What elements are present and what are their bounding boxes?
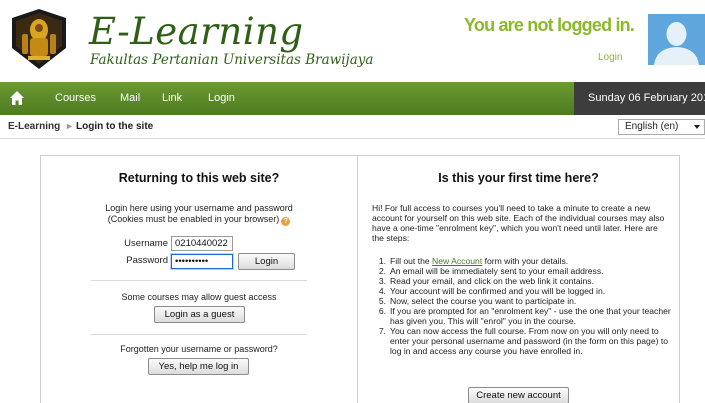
- step-text: Your account will be confirmed and you w…: [390, 286, 606, 296]
- site-title: E-Learning: [89, 10, 304, 53]
- forgot-password-button[interactable]: Yes, help me log in: [148, 358, 249, 375]
- signup-intro: Hi! For full access to courses you'll ne…: [372, 203, 665, 243]
- login-heading: Returning to this web site?: [118, 171, 280, 185]
- help-icon[interactable]: ?: [281, 217, 291, 226]
- list-item: 2. An email will be immediately sent to y…: [378, 266, 604, 276]
- guest-access-note: Some courses may allow guest access: [121, 292, 277, 302]
- breadcrumb-current: Login to the site: [76, 121, 154, 132]
- step-text: Read your email, and click on the web li…: [390, 276, 594, 286]
- login-status-text: You are not logged in.: [464, 15, 635, 35]
- nav-item-login[interactable]: Login: [208, 92, 235, 104]
- breadcrumb-separator: ►: [65, 121, 74, 131]
- guest-login-button[interactable]: Login as a guest: [154, 306, 245, 323]
- step-text: Fill out the: [390, 256, 433, 266]
- signup-panel: Is this your first time here? Hi! For fu…: [357, 156, 679, 403]
- new-account-link[interactable]: New Account: [432, 256, 482, 266]
- login-panel: Returning to this web site? Login here u…: [41, 156, 357, 403]
- divider: [91, 334, 307, 335]
- username-label: Username: [124, 238, 168, 249]
- list-item: 3. Read your email, and click on the web …: [378, 276, 594, 286]
- nav-item-link[interactable]: Link: [162, 92, 182, 104]
- login-desc-line1: Login here using your username and passw…: [105, 203, 293, 213]
- home-icon[interactable]: [9, 90, 25, 106]
- login-description: Login here using your username and passw…: [41, 203, 357, 226]
- university-emblem-icon: [12, 9, 66, 69]
- list-item: 7. You can now access the full course. Fr…: [378, 326, 669, 356]
- step-text: Now, select the course you want to parti…: [390, 296, 577, 306]
- step-text: An email will be immediately sent to you…: [390, 266, 604, 276]
- language-selected-value: English (en): [625, 121, 679, 132]
- login-desc-line2-wrap: (Cookies must be enabled in your browser…: [41, 214, 357, 226]
- login-desc-line2: (Cookies must be enabled in your browser…: [107, 214, 280, 224]
- password-label: Password: [126, 255, 168, 266]
- signup-steps: 1. Fill out the New Account form with you…: [372, 256, 672, 356]
- list-item: 4. Your account will be confirmed and you…: [378, 286, 606, 296]
- avatar-placeholder-icon: [648, 14, 705, 65]
- header-login-link[interactable]: Login: [598, 52, 622, 63]
- login-button[interactable]: Login: [238, 253, 295, 270]
- step-text: You can now access the full course. From…: [390, 326, 669, 356]
- avatar: [648, 14, 705, 65]
- language-select[interactable]: English (en): [618, 119, 705, 135]
- divider: [91, 280, 307, 281]
- signup-heading: Is this your first time here?: [438, 171, 599, 185]
- dropdown-arrow-icon: [694, 125, 700, 129]
- forgot-password-note: Forgotten your username or password?: [120, 344, 278, 354]
- username-input[interactable]: 0210440022: [171, 236, 233, 251]
- create-account-button[interactable]: Create new account: [468, 387, 569, 403]
- list-item: 1. Fill out the New Account form with you…: [378, 256, 569, 266]
- breadcrumb: E-Learning ► Login to the site English (…: [0, 115, 705, 139]
- step-text: If you are prompted for an "enrolment ke…: [390, 306, 671, 326]
- nav-item-mail[interactable]: Mail: [120, 92, 140, 104]
- site-subtitle: Fakultas Pertanian Universitas Brawijaya: [90, 52, 374, 68]
- list-item: 6. If you are prompted for an "enrolment …: [378, 306, 671, 326]
- password-input[interactable]: ••••••••••: [171, 254, 233, 269]
- breadcrumb-home-link[interactable]: E-Learning: [8, 121, 60, 132]
- site-header: E-Learning Fakultas Pertanian Universita…: [0, 0, 705, 82]
- list-item: 5. Now, select the course you want to par…: [378, 296, 577, 306]
- nav-item-courses[interactable]: Courses: [55, 92, 96, 104]
- step-text: form with your details.: [482, 256, 569, 266]
- current-date: Sunday 06 February 201: [574, 82, 705, 115]
- login-box: Returning to this web site? Login here u…: [40, 155, 680, 403]
